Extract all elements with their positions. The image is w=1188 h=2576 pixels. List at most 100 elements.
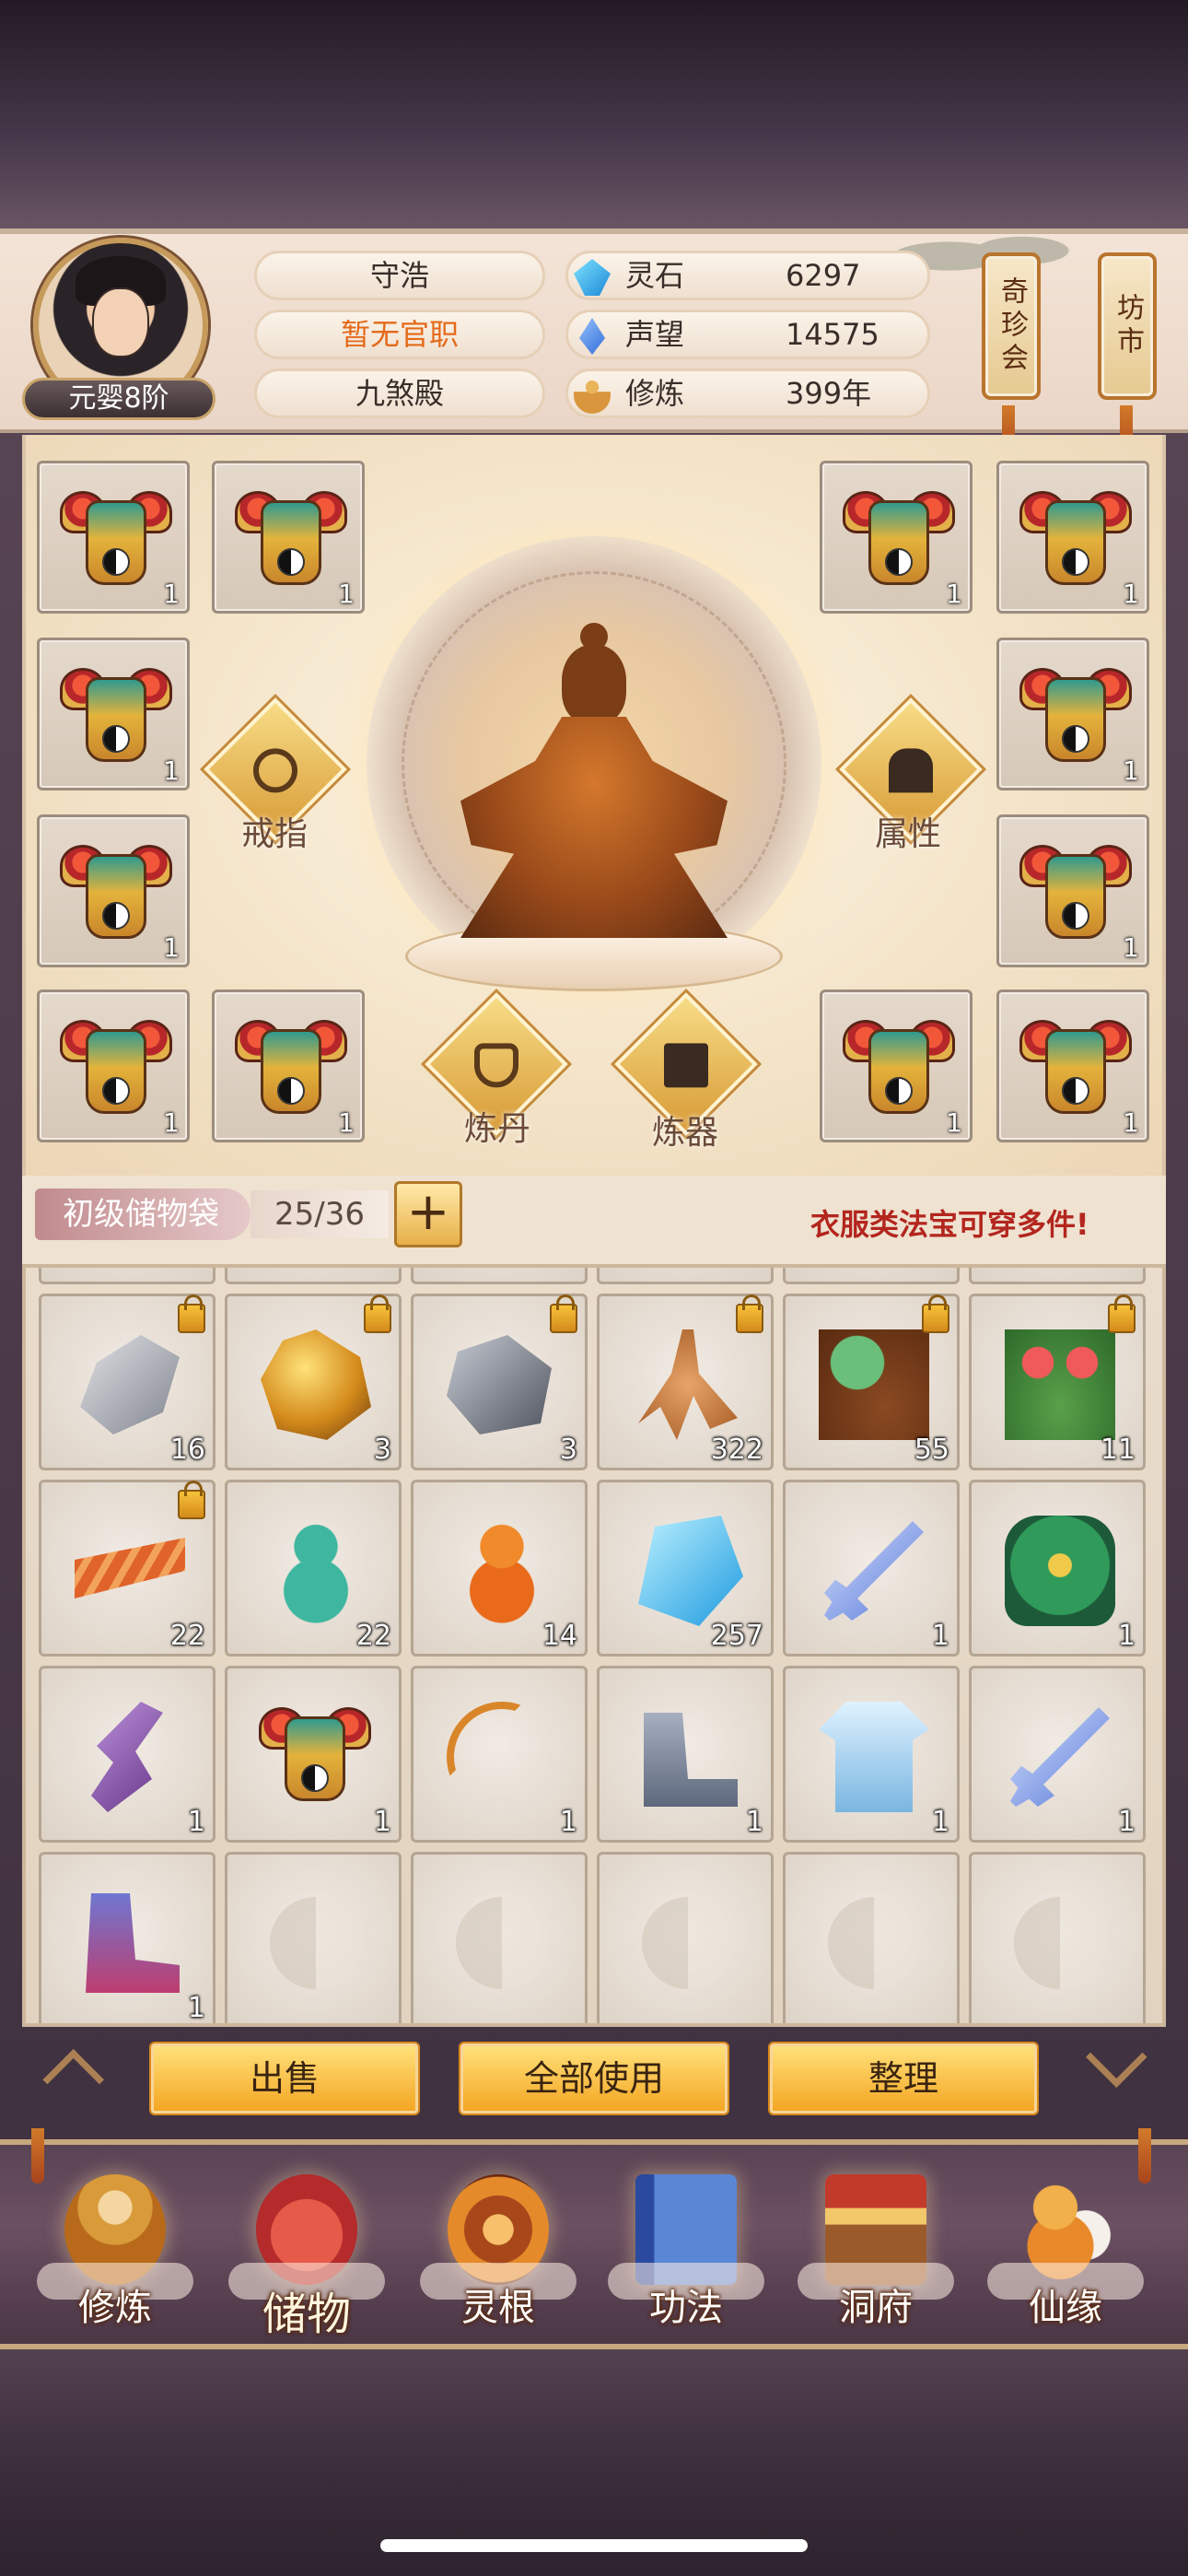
purple-blade-icon	[91, 1702, 163, 1812]
nav-label: 灵根	[461, 2287, 535, 2329]
equip-slot[interactable]: 1	[212, 989, 365, 1142]
item-count: 1	[1117, 1806, 1136, 1838]
item-count: 14	[542, 1620, 577, 1652]
meditator-body	[460, 717, 728, 938]
blue-sword-icon	[1010, 1707, 1110, 1807]
golden-armor-icon	[60, 834, 172, 950]
inventory-item[interactable]: 3	[411, 1294, 588, 1470]
bag-capacity: 25/36	[250, 1190, 389, 1238]
inventory-item[interactable]: 1	[969, 1666, 1146, 1843]
item-count: 1	[163, 932, 180, 963]
golden-armor-icon	[843, 480, 955, 596]
inventory-item[interactable]: 3	[225, 1294, 402, 1470]
equip-slot[interactable]: 1	[996, 638, 1149, 790]
sage-hat-icon	[889, 748, 933, 793]
item-count: 1	[931, 1806, 949, 1838]
inventory-item[interactable]: 1	[39, 1666, 215, 1843]
inventory-item[interactable]: 1	[969, 1480, 1146, 1657]
inventory-item[interactable]: 1	[597, 1666, 774, 1843]
equip-slot[interactable]: 1	[996, 989, 1149, 1142]
empty-slot[interactable]	[225, 1852, 402, 2023]
equip-slot[interactable]: 1	[820, 989, 973, 1142]
inventory-item[interactable]: 16	[39, 1294, 215, 1470]
ring-icon	[253, 748, 297, 793]
meditator-head	[562, 645, 626, 724]
orange-gourd-icon	[447, 1516, 557, 1626]
item-count: 1	[559, 1806, 577, 1838]
lock-icon	[550, 1294, 577, 1333]
empty-slot[interactable]	[783, 1852, 960, 2023]
spirit-stone-icon	[574, 259, 611, 296]
sell-button[interactable]: 出售	[151, 2043, 418, 2113]
golden-armor-icon	[60, 657, 172, 773]
golden-armor-icon	[235, 480, 347, 596]
equip-slot[interactable]: 1	[37, 814, 190, 967]
nav-item-2[interactable]: 储物	[228, 2174, 385, 2346]
inventory-cell-partial	[39, 1268, 215, 1284]
golden-armor-icon	[1019, 1009, 1132, 1125]
yin-yang-icon	[456, 1897, 548, 1989]
item-count: 55	[914, 1434, 949, 1466]
golden-armor-icon	[235, 1009, 347, 1125]
nav-item-6[interactable]: 仙缘	[987, 2174, 1144, 2346]
inventory-item[interactable]: 1	[39, 1852, 215, 2023]
inventory-item[interactable]: 14	[411, 1480, 588, 1657]
treasure-shop-button[interactable]: 奇珍会	[982, 252, 1041, 400]
golden-armor-icon	[60, 1009, 172, 1125]
empty-slot[interactable]	[411, 1852, 588, 2023]
inventory-item[interactable]: 1	[783, 1480, 960, 1657]
ring-label: 戒指	[241, 815, 309, 853]
inventory-grid[interactable]: 16 3 3 322 55 11 22 22 14 257 1 1 1 1 1 1 1 1 1	[22, 1264, 1166, 2027]
equip-slot[interactable]: 1	[37, 461, 190, 614]
flower-herb-icon	[1005, 1329, 1115, 1440]
home-indicator[interactable]	[380, 2539, 808, 2552]
inventory-item[interactable]: 1	[783, 1666, 960, 1843]
cultivation-icon	[574, 377, 611, 414]
item-count: 1	[931, 1620, 949, 1652]
item-count: 1	[946, 579, 962, 609]
lock-icon	[922, 1294, 949, 1333]
forge-label: 炼器	[652, 1114, 719, 1152]
sort-button[interactable]: 整理	[770, 2043, 1037, 2113]
cloth-boots-icon	[86, 1893, 180, 1993]
yin-yang-icon	[642, 1897, 734, 1989]
equip-slot[interactable]: 1	[37, 989, 190, 1142]
inventory-item[interactable]: 22	[225, 1480, 402, 1657]
nav-item-5[interactable]: 洞府	[798, 2174, 954, 2346]
inventory-item[interactable]: 1	[225, 1666, 402, 1843]
page-up-icon[interactable]	[52, 2044, 105, 2097]
equip-slot[interactable]: 1	[996, 814, 1149, 967]
empty-slot[interactable]	[969, 1852, 1146, 2023]
item-count: 1	[187, 1806, 205, 1838]
inventory-item[interactable]: 22	[39, 1480, 215, 1657]
page-down-icon[interactable]	[1086, 2041, 1138, 2093]
nav-item-3[interactable]: 灵根	[420, 2174, 577, 2346]
use-all-button[interactable]: 全部使用	[460, 2043, 728, 2113]
inventory-item[interactable]: 1	[411, 1666, 588, 1843]
equip-slot[interactable]: 1	[820, 461, 973, 614]
equip-slot[interactable]: 1	[37, 638, 190, 790]
herb-root-icon	[819, 1329, 929, 1440]
inventory-item[interactable]: 322	[597, 1294, 774, 1470]
steel-boots-icon	[644, 1713, 738, 1807]
inventory-item[interactable]: 55	[783, 1294, 960, 1470]
equip-slot[interactable]: 1	[212, 461, 365, 614]
nav-item-1[interactable]: 修炼	[37, 2174, 193, 2346]
realm-badge: 元婴8阶	[22, 378, 215, 420]
expand-bag-button[interactable]: +	[394, 1181, 462, 1247]
inventory-item[interactable]: 257	[597, 1480, 774, 1657]
equip-slot[interactable]: 1	[996, 461, 1149, 614]
green-armor-icon	[1005, 1516, 1115, 1626]
blue-sword-icon	[824, 1521, 924, 1621]
stat-prestige: 声望 14575	[565, 310, 930, 359]
market-button[interactable]: 坊市	[1098, 252, 1157, 400]
nav-item-4[interactable]: 功法	[608, 2174, 764, 2346]
item-count: 257	[710, 1620, 763, 1652]
inventory-item[interactable]: 11	[969, 1294, 1146, 1470]
inventory-cell-partial	[411, 1268, 588, 1284]
ginseng-icon	[638, 1329, 738, 1440]
top-backdrop	[0, 0, 1188, 230]
empty-slot[interactable]	[597, 1852, 774, 2023]
item-count: 22	[355, 1620, 391, 1652]
golden-armor-icon	[1019, 657, 1132, 773]
